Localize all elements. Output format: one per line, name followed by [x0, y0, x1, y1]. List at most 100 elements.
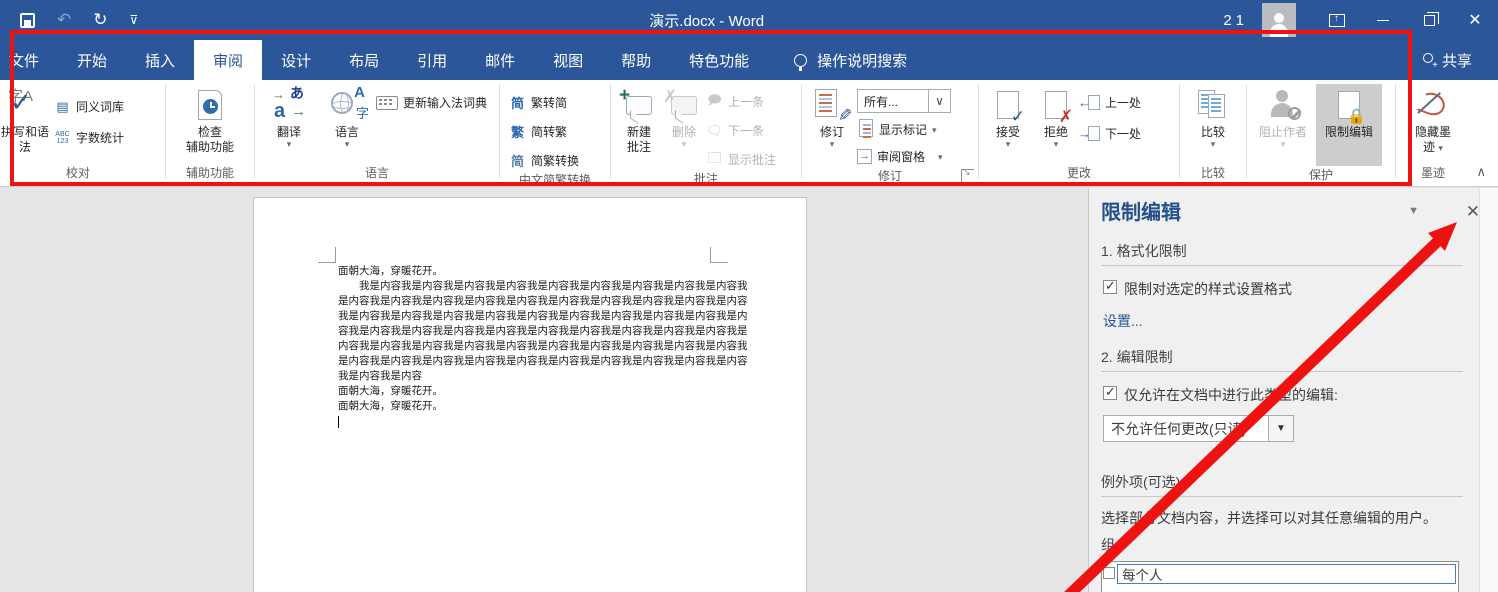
- group-protect: 阻止作者 ▾ 🔒 限制编辑 保护: [1248, 80, 1394, 186]
- previous-change-button[interactable]: ← 上一处: [1078, 92, 1141, 113]
- tab-view[interactable]: 视图: [534, 40, 602, 80]
- settings-link[interactable]: 设置...: [1103, 311, 1143, 331]
- pane-close-icon[interactable]: ✕: [1466, 202, 1480, 222]
- next-change-button[interactable]: → 下一处: [1078, 123, 1141, 144]
- word-count-icon: ABC 123: [55, 130, 70, 145]
- doc-line: 面朝大海，穿暖花开。: [338, 265, 443, 277]
- spelling-grammar-button[interactable]: 字A ✓ 拼写和语法: [0, 84, 54, 155]
- delete-comment-button[interactable]: ✗ 删除 ▾: [662, 84, 706, 149]
- block-authors-button[interactable]: 阻止作者 ▾: [1252, 84, 1314, 149]
- new-comment-icon: +: [619, 86, 652, 115]
- previous-comment-button[interactable]: 🗩 上一条: [706, 91, 776, 112]
- tab-references[interactable]: 引用: [398, 40, 466, 80]
- doc-line: 我是内容我是内容: [338, 370, 422, 382]
- show-comments-button[interactable]: 🗔 显示批注: [706, 149, 776, 170]
- share-button[interactable]: 共享: [1420, 40, 1498, 80]
- save-icon[interactable]: [20, 12, 35, 28]
- document-workspace: 面朝大海，穿暖花开。 我是内容我是内容我是内容我是内容我是内容我是内容我是内容我…: [0, 188, 1498, 592]
- everyone-list-item[interactable]: 每个人: [1117, 564, 1456, 584]
- jian-icon: 简: [510, 96, 524, 111]
- doc-line: 是内容我是内容我是内容我是内容我是内容我是内容我是内容我是内容我是内容我是内容: [338, 355, 748, 367]
- close-button[interactable]: ✕: [1452, 0, 1498, 40]
- group-language: → あ a → 翻译 ▾ A字 语言 ▾ 更新输入法词典 语言: [256, 80, 498, 186]
- check-accessibility-button[interactable]: 检查 辅助功能: [173, 84, 247, 155]
- pane-options-caret-icon[interactable]: ▼: [1408, 205, 1463, 217]
- language-button[interactable]: A字 语言 ▾: [318, 84, 376, 149]
- doc-line: 容我是内容我是内容我是内容我是内容我是内容我是内容我是内容我是内容我是内容我是: [338, 325, 748, 337]
- tab-insert[interactable]: 插入: [126, 40, 194, 80]
- keyboard-icon: [376, 95, 398, 110]
- editing-type-dropdown[interactable]: 不允许任何更改(只读) ▼: [1103, 415, 1463, 442]
- editing-type-dropdown-icon[interactable]: ▼: [1269, 415, 1294, 442]
- tracking-dialog-launcher-icon[interactable]: [961, 167, 974, 182]
- tab-design[interactable]: 设计: [262, 40, 330, 80]
- tab-layout[interactable]: 布局: [330, 40, 398, 80]
- new-comment-button[interactable]: + 新建 批注: [616, 84, 662, 155]
- document-page[interactable]: 面朝大海，穿暖花开。 我是内容我是内容我是内容我是内容我是内容我是内容我是内容我…: [253, 197, 807, 592]
- doc-line: 我是内容我是内容我是内容我是内容我是内容我是内容我是内容我是内容我是内容我: [359, 280, 748, 292]
- compare-icon: [1198, 90, 1228, 120]
- quick-access-toolbar: ↶ ↻ ⊽: [0, 10, 190, 30]
- groups-label: 组:: [1101, 537, 1119, 553]
- reject-button[interactable]: ✗ 拒绝 ▾: [1032, 84, 1080, 149]
- reviewing-pane-button[interactable]: → 审阅窗格 ▾: [857, 146, 951, 167]
- user-avatar[interactable]: [1262, 3, 1296, 37]
- tell-me-search[interactable]: 操作说明搜索: [794, 40, 907, 80]
- group-label-changes: 更改: [1066, 166, 1091, 180]
- traditional-to-simplified-button[interactable]: 简 繁转简: [509, 92, 579, 113]
- minimize-button[interactable]: [1360, 0, 1406, 40]
- group-proofing: 字A ✓ 拼写和语法 ▤ 同义词库 ABC 123 字数统计 校对: [0, 80, 164, 186]
- track-changes-button[interactable]: ✎ 修订 ▾: [807, 84, 857, 149]
- qat-customize-icon[interactable]: ⊽: [130, 13, 139, 27]
- markup-dropdown-icon[interactable]: ∨: [929, 89, 951, 113]
- doc-line: 内容我是内容我是内容我是内容我是内容我是内容我是内容我是内容我是内容我是内容我: [338, 340, 748, 352]
- editing-restrictions-row: 仅允许在文档中进行此类型的编辑:: [1103, 384, 1463, 405]
- simplified-to-traditional-button[interactable]: 繁 简转繁: [509, 121, 579, 142]
- ribbon-display-options-button[interactable]: [1314, 0, 1360, 40]
- convert-button[interactable]: 简 简繁转换: [509, 150, 579, 171]
- exceptions-heading: 例外项(可选): [1101, 472, 1463, 497]
- undo-icon[interactable]: ↶: [57, 10, 71, 30]
- collapse-ribbon-icon[interactable]: ∧: [1476, 164, 1486, 180]
- tab-home[interactable]: 开始: [58, 40, 126, 80]
- formatting-restrictions-heading: 1. 格式化限制: [1101, 241, 1463, 266]
- window-title: 演示.docx - Word: [649, 12, 765, 30]
- tab-help[interactable]: 帮助: [602, 40, 670, 80]
- formatting-restrictions-checkbox[interactable]: [1103, 278, 1117, 294]
- restrict-editing-button[interactable]: 🔒 限制编辑: [1316, 84, 1382, 166]
- tab-review[interactable]: 审阅: [194, 40, 263, 80]
- accept-button[interactable]: ✓ 接受 ▾: [984, 84, 1032, 149]
- formatting-restrictions-label: 限制对选定的样式设置格式: [1124, 281, 1292, 297]
- show-markup-button[interactable]: 显示标记 ▾: [857, 119, 951, 140]
- editing-restrictions-checkbox[interactable]: [1103, 384, 1117, 400]
- restore-button[interactable]: [1406, 0, 1452, 40]
- document-text[interactable]: 面朝大海，穿暖花开。 我是内容我是内容我是内容我是内容我是内容我是内容我是内容我…: [338, 264, 748, 428]
- tab-special-features[interactable]: 特色功能: [670, 40, 768, 80]
- group-label-protect: 保护: [1308, 168, 1333, 182]
- next-comment-button[interactable]: 🗨 下一条: [706, 120, 776, 141]
- group-label-proofing: 校对: [65, 166, 90, 180]
- groups-listbox[interactable]: 每个人: [1101, 561, 1459, 592]
- tab-file[interactable]: 文件: [0, 40, 58, 80]
- thesaurus-button[interactable]: ▤ 同义词库: [54, 96, 124, 117]
- markup-value: 所有...: [857, 89, 929, 113]
- accessibility-icon: [198, 90, 222, 120]
- compare-button[interactable]: 比较 ▾: [1187, 84, 1239, 149]
- track-changes-icon: ✎: [815, 89, 852, 125]
- translate-button[interactable]: → あ a → 翻译 ▾: [260, 84, 318, 149]
- hide-ink-button[interactable]: 隐藏墨 迹 ▾: [1403, 84, 1463, 155]
- exceptions-description: 选择部分文档内容，并选择可以对其任意编辑的用户。: [1101, 510, 1437, 526]
- pane-scrollbar[interactable]: [1479, 188, 1498, 592]
- markup-selector[interactable]: 所有... ∨: [857, 89, 951, 113]
- everyone-checkbox[interactable]: [1103, 567, 1115, 579]
- show-comments-icon: 🗔: [707, 149, 722, 165]
- update-ime-dictionary-button[interactable]: 更新输入法词典: [376, 92, 487, 113]
- tab-mailings[interactable]: 邮件: [466, 40, 534, 80]
- hide-ink-icon: [1416, 89, 1448, 120]
- group-separator: [978, 85, 979, 178]
- redo-icon[interactable]: ↻: [93, 10, 107, 30]
- show-markup-icon: [858, 119, 873, 137]
- word-count-button[interactable]: ABC 123 字数统计: [54, 127, 124, 148]
- group-label-ink: 墨迹: [1420, 166, 1445, 180]
- restrict-editing-icon: 🔒: [1338, 91, 1366, 124]
